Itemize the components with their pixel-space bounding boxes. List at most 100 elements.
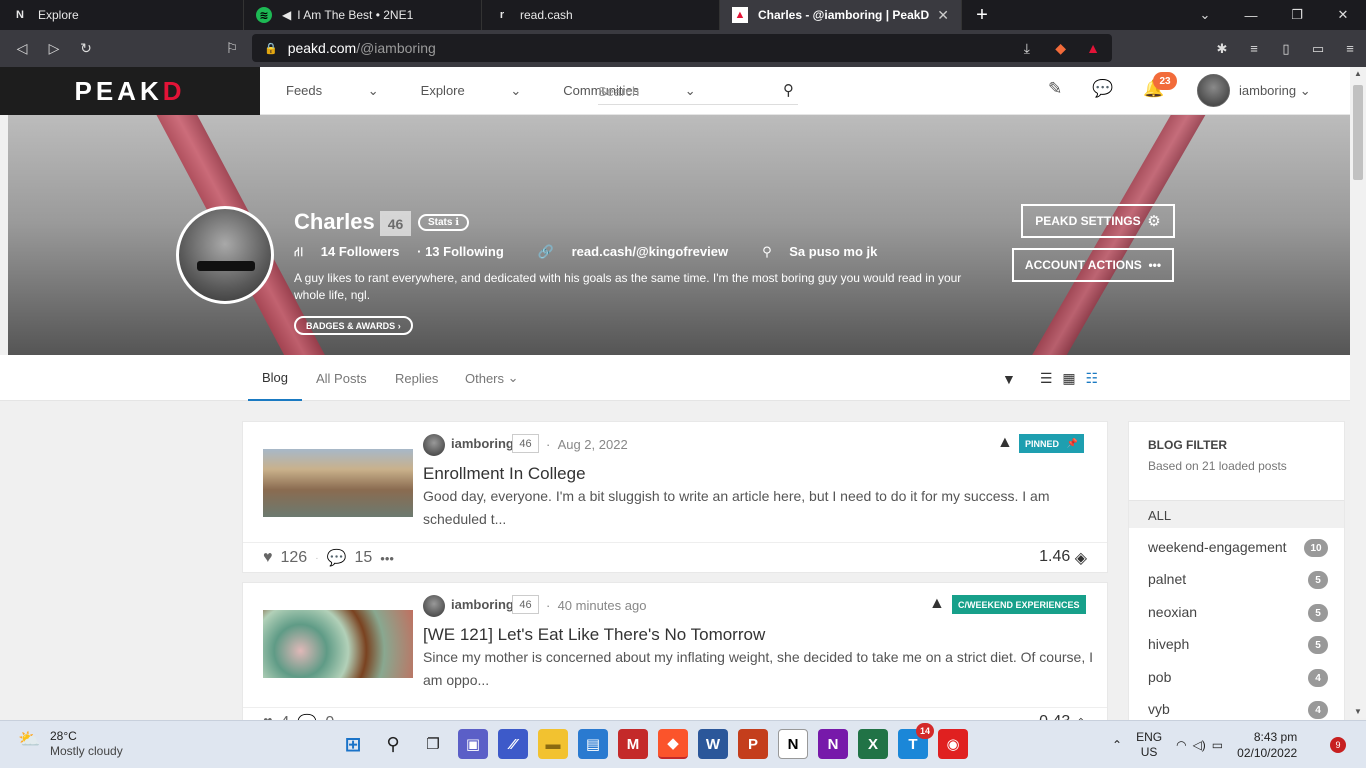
close-window-icon[interactable]: ✕ (1320, 0, 1366, 30)
filter-item[interactable]: vyb 4 (1148, 701, 1328, 719)
browser-tab-explore[interactable]: N Explore (0, 0, 244, 30)
onenote-icon[interactable]: N (818, 729, 848, 759)
bookmark-icon[interactable]: ⚐ (216, 30, 248, 67)
clock[interactable]: 8:43 pm 02/10/2022 (1237, 729, 1297, 761)
notification-center-badge[interactable]: 9 (1330, 737, 1346, 753)
chevron-up-icon[interactable]: ⌃ (1112, 738, 1122, 752)
file-explorer-icon[interactable]: ▬ (538, 729, 568, 759)
list-view-icon[interactable]: ☰ (1040, 370, 1053, 387)
maximize-icon[interactable]: ❐ (1274, 0, 1320, 30)
more-dots-icon[interactable]: ••• (380, 551, 394, 566)
filter-icon[interactable]: ▼ (1002, 371, 1016, 387)
mcafee-icon[interactable]: M (618, 729, 648, 759)
scrollbar-thumb[interactable] (1353, 85, 1363, 180)
url-field[interactable]: 🔒 peakd.com /@iamboring ⤓ ◆ ▲ (252, 34, 1112, 62)
tab-all-posts[interactable]: All Posts (316, 355, 367, 401)
heart-icon[interactable]: ♥ (263, 549, 273, 567)
menu-icon[interactable]: ≡ (1334, 41, 1366, 56)
forward-icon[interactable]: ▷ (38, 30, 70, 67)
filter-item[interactable]: hiveph 5 (1148, 636, 1328, 654)
filter-item[interactable]: weekend-engagement 10 (1148, 539, 1328, 557)
community-tag[interactable]: C/WEEKEND EXPERIENCES (952, 595, 1086, 614)
badges-awards-button[interactable]: BADGES & AWARDS › (294, 316, 413, 335)
scroll-down-icon[interactable]: ▼ (1354, 707, 1362, 716)
profile-avatar[interactable] (176, 206, 274, 304)
browser-tab-spotify[interactable]: ≋ ◀ I Am The Best • 2NE1 (244, 0, 482, 30)
post-thumbnail[interactable] (263, 610, 413, 678)
teams-chat-icon[interactable]: ▣ (458, 729, 488, 759)
menu-feeds[interactable]: Feeds ⌄ (286, 83, 379, 99)
extensions-icon[interactable]: ✱ (1206, 41, 1238, 57)
reload-icon[interactable]: ↻ (70, 30, 102, 67)
post-card[interactable]: iamboring 46 · 40 minutes ago ▲ C/WEEKEN… (242, 582, 1108, 722)
tab-others[interactable]: Others ⌄ (465, 355, 519, 401)
author-avatar[interactable] (423, 434, 445, 456)
brave-rewards-icon[interactable]: ▲ (1086, 40, 1100, 56)
page-scrollbar[interactable]: ▲ ▼ (1350, 67, 1366, 718)
compact-view-icon[interactable]: ☷ (1086, 370, 1099, 387)
stats-button[interactable]: Stats ℹ (418, 214, 470, 231)
wallet-icon[interactable]: ▭ (1302, 41, 1334, 57)
website-link[interactable]: 🔗 read.cash/@kingofreview (538, 244, 742, 262)
browser-tab-readcash[interactable]: r read.cash (482, 0, 720, 30)
new-tab-button[interactable]: + (962, 0, 1002, 30)
notion-icon[interactable]: N (778, 729, 808, 759)
browser-tab-peakd[interactable]: ▲ Charles - @iamboring | PeakD ✕ (720, 0, 962, 30)
brave-shields-icon[interactable]: ◆ (1055, 40, 1066, 57)
tab-replies[interactable]: Replies (395, 355, 438, 401)
weather-widget[interactable]: ⛅ 28°C Mostly cloudy (18, 729, 123, 759)
search-input[interactable]: Search ⚲ (598, 79, 798, 105)
user-avatar[interactable] (1197, 74, 1230, 107)
account-actions-button[interactable]: ACCOUNT ACTIONS ••• (1012, 248, 1174, 282)
author-name[interactable]: iamboring (451, 597, 514, 612)
chat-icon[interactable]: 💬 (1092, 79, 1113, 99)
filter-item[interactable]: palnet 5 (1148, 571, 1328, 589)
download-icon[interactable]: ⤓ (1024, 40, 1030, 57)
edit-pencil-icon[interactable]: ✎ (1048, 79, 1062, 99)
post-excerpt[interactable]: Good day, everyone. I'm a bit sluggish t… (423, 485, 1103, 531)
windows-start-icon[interactable]: ⊞ (338, 729, 368, 759)
filter-item[interactable]: neoxian 5 (1148, 604, 1328, 622)
minimize-icon[interactable]: — (1228, 0, 1274, 30)
post-payout[interactable]: 1.46 ◈ (1039, 548, 1087, 568)
teams-icon[interactable]: T 14 (898, 723, 934, 759)
peakd-logo[interactable]: PE A K D (0, 67, 260, 115)
comment-icon[interactable]: 💬 (327, 548, 347, 568)
store-icon[interactable]: ▤ (578, 729, 608, 759)
wifi-icon[interactable]: ◠ (1176, 738, 1186, 752)
scroll-up-icon[interactable]: ▲ (1354, 69, 1362, 78)
excel-icon[interactable]: X (858, 729, 888, 759)
filter-item[interactable]: pob 4 (1148, 669, 1328, 687)
tab-list-icon[interactable]: ⌄ (1182, 0, 1228, 30)
recorder-icon[interactable]: ◉ (938, 729, 968, 759)
powerpoint-icon[interactable]: P (738, 729, 768, 759)
playlist-icon[interactable]: ≡ (1238, 41, 1270, 56)
sidebar-icon[interactable]: ▯ (1270, 41, 1302, 57)
grid-view-icon[interactable]: ▦ (1062, 370, 1075, 387)
user-menu[interactable]: iamboring ⌄ (1239, 83, 1311, 99)
word-icon[interactable]: W (698, 729, 728, 759)
battery-icon[interactable]: ▭ (1212, 738, 1223, 752)
brave-browser-icon[interactable]: ◆ (658, 729, 688, 759)
volume-icon[interactable]: ◁) (1193, 738, 1206, 752)
post-title[interactable]: Enrollment In College (423, 464, 586, 484)
pen-app-icon[interactable]: ⁄⁄ (498, 729, 528, 759)
post-excerpt[interactable]: Since my mother is concerned about my in… (423, 646, 1103, 692)
author-name[interactable]: iamboring (451, 436, 514, 451)
language-indicator[interactable]: ENG US (1136, 730, 1162, 760)
post-title[interactable]: [WE 121] Let's Eat Like There's No Tomor… (423, 625, 765, 645)
filter-all[interactable]: ALL (1129, 500, 1344, 528)
search-icon[interactable]: ⚲ (783, 81, 794, 99)
menu-explore[interactable]: Explore ⌄ (421, 83, 522, 99)
followers-link[interactable]: ⛙ 14 Followers · 13 Following (294, 244, 518, 262)
tab-blog[interactable]: Blog (248, 355, 302, 401)
search-icon[interactable]: ⚲ (378, 729, 408, 759)
back-icon[interactable]: ◁ (6, 30, 38, 67)
post-card[interactable]: iamboring 46 · Aug 2, 2022 ▲ PINNED 📌 En… (242, 421, 1108, 573)
task-view-icon[interactable]: ❐ (418, 729, 448, 759)
author-avatar[interactable] (423, 595, 445, 617)
peakd-settings-button[interactable]: PEAKD SETTINGS ⚙ (1021, 204, 1175, 238)
post-thumbnail[interactable] (263, 449, 413, 517)
browser-tab-bar: N Explore ≋ ◀ I Am The Best • 2NE1 r rea… (0, 0, 1366, 30)
close-tab-icon[interactable]: ✕ (937, 7, 949, 24)
